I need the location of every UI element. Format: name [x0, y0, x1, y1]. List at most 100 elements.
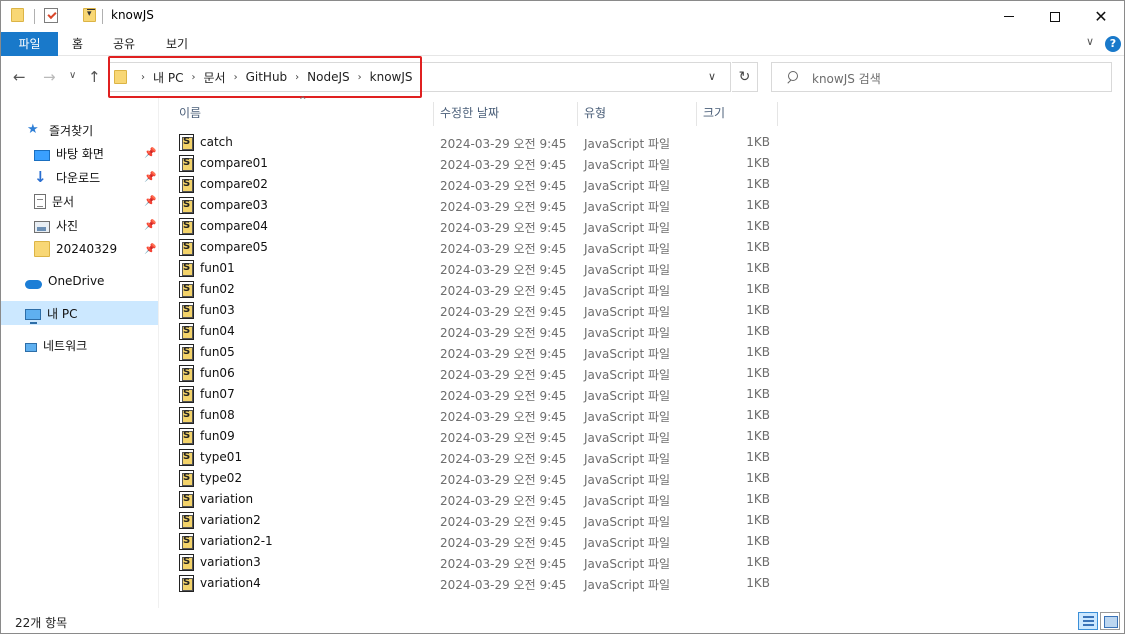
file-type: JavaScript 파일 [584, 200, 671, 214]
column-header-date[interactable]: 수정한 날짜 [434, 98, 577, 126]
sidebar-item-desktop[interactable]: 바탕 화면 📌 [34, 141, 158, 165]
file-size: 1KB [746, 366, 770, 380]
up-arrow-icon[interactable]: ↑ [88, 68, 101, 86]
table-row[interactable]: compare04 2024-03-29 오전 9:45 JavaScript 파일… [173, 216, 773, 237]
search-icon [786, 70, 798, 84]
table-row[interactable]: compare05 2024-03-29 오전 9:45 JavaScript 파일… [173, 237, 773, 258]
table-row[interactable]: variation2-1 2024-03-29 오전 9:45 JavaScript… [173, 531, 773, 552]
file-size: 1KB [746, 513, 770, 527]
file-size: 1KB [746, 282, 770, 296]
sidebar-item-downloads[interactable]: ↓ 다운로드 📌 [34, 165, 158, 189]
tab-share[interactable]: 공유 [113, 32, 135, 56]
file-modified-date: 2024-03-29 오전 9:45 [440, 326, 567, 340]
recent-locations-chevron-icon[interactable]: ∨ [69, 70, 76, 81]
file-name: fun01 [200, 261, 235, 275]
refresh-button[interactable]: ↻ [732, 62, 758, 92]
file-size: 1KB [746, 534, 770, 548]
file-modified-date: 2024-03-29 오전 9:45 [440, 158, 567, 172]
sidebar-item-quick-access[interactable]: ★ 즐겨찾기 [27, 118, 93, 142]
table-row[interactable]: type02 2024-03-29 오전 9:45 JavaScript 파일 1KB [173, 468, 773, 489]
table-row[interactable]: variation 2024-03-29 오전 9:45 JavaScript 파일… [173, 489, 773, 510]
file-type: JavaScript 파일 [584, 494, 671, 508]
column-header-name[interactable]: 이름 [173, 98, 433, 126]
file-type: JavaScript 파일 [584, 536, 671, 550]
details-view-button[interactable] [1078, 612, 1098, 630]
file-type: JavaScript 파일 [584, 578, 671, 592]
customize-toolbar-dropdown[interactable]: ▾ [87, 9, 95, 19]
file-size: 1KB [746, 576, 770, 590]
highlight-box [108, 56, 422, 98]
table-row[interactable]: fun04 2024-03-29 오전 9:45 JavaScript 파일 1KB [173, 321, 773, 342]
sidebar-item-20240329[interactable]: 20240329 📌 [34, 237, 158, 261]
table-row[interactable]: fun02 2024-03-29 오전 9:45 JavaScript 파일 1KB [173, 279, 773, 300]
close-icon: ✕ [1094, 7, 1108, 26]
search-box[interactable]: knowJS 검색 [771, 62, 1112, 92]
navigation-pane: ★ 즐겨찾기 바탕 화면 📌 ↓ 다운로드 📌 문서 📌 사진 📌 202403… [1, 98, 159, 608]
file-type: JavaScript 파일 [584, 179, 671, 193]
file-size: 1KB [746, 261, 770, 275]
refresh-icon: ↻ [738, 69, 751, 85]
expand-ribbon-chevron-icon[interactable]: ∨ [1086, 35, 1094, 48]
close-button[interactable]: ✕ [1078, 1, 1124, 32]
properties-icon[interactable] [44, 8, 58, 23]
file-type: JavaScript 파일 [584, 242, 671, 256]
file-type: JavaScript 파일 [584, 473, 671, 487]
table-row[interactable]: fun08 2024-03-29 오전 9:45 JavaScript 파일 1KB [173, 405, 773, 426]
maximize-button[interactable] [1032, 1, 1078, 32]
javascript-file-icon [179, 407, 194, 424]
sidebar-item-network[interactable]: 네트워크 [25, 333, 87, 357]
search-input-placeholder[interactable]: knowJS 검색 [812, 70, 881, 87]
file-name: type02 [200, 471, 243, 485]
minimize-button[interactable] [986, 1, 1032, 32]
table-row[interactable]: variation3 2024-03-29 오전 9:45 JavaScript 파… [173, 552, 773, 573]
file-size: 1KB [746, 555, 770, 569]
javascript-file-icon [179, 323, 194, 340]
table-row[interactable]: fun07 2024-03-29 오전 9:45 JavaScript 파일 1KB [173, 384, 773, 405]
file-name: fun06 [200, 366, 235, 380]
tab-view[interactable]: 보기 [166, 32, 188, 56]
file-name: compare05 [200, 240, 268, 254]
sidebar-item-this-pc[interactable]: 내 PC [1, 301, 158, 325]
tab-home[interactable]: 홈 [72, 32, 83, 56]
table-row[interactable]: fun03 2024-03-29 오전 9:45 JavaScript 파일 1KB [173, 300, 773, 321]
large-icons-view-button[interactable] [1100, 612, 1120, 630]
table-row[interactable]: catch 2024-03-29 오전 9:45 JavaScript 파일 1KB [173, 132, 773, 153]
javascript-file-icon [179, 554, 194, 571]
file-type: JavaScript 파일 [584, 137, 671, 151]
column-header-size[interactable]: 크기 [697, 98, 777, 126]
table-row[interactable]: variation4 2024-03-29 오전 9:45 JavaScript 파… [173, 573, 773, 594]
column-header-type[interactable]: 유형 [578, 98, 696, 126]
file-name: fun04 [200, 324, 235, 338]
sidebar-item-documents[interactable]: 문서 📌 [34, 189, 158, 213]
javascript-file-icon [179, 176, 194, 193]
file-name: fun03 [200, 303, 235, 317]
table-row[interactable]: compare03 2024-03-29 오전 9:45 JavaScript 파일… [173, 195, 773, 216]
forward-arrow-icon[interactable]: → [43, 68, 56, 86]
table-row[interactable]: fun09 2024-03-29 오전 9:45 JavaScript 파일 1KB [173, 426, 773, 447]
column-divider[interactable] [777, 102, 778, 126]
tab-file[interactable]: 파일 [1, 32, 58, 56]
star-icon: ★ [27, 122, 39, 137]
address-history-dropdown-icon[interactable]: ∨ [708, 70, 716, 83]
sidebar-item-onedrive[interactable]: OneDrive [25, 269, 104, 293]
table-row[interactable]: compare02 2024-03-29 오전 9:45 JavaScript 파일… [173, 174, 773, 195]
cloud-icon [25, 279, 42, 289]
file-size: 1KB [746, 492, 770, 506]
picture-icon [34, 221, 50, 233]
javascript-file-icon [179, 260, 194, 277]
help-button[interactable]: ? [1105, 36, 1121, 52]
table-row[interactable]: compare01 2024-03-29 오전 9:45 JavaScript 파일… [173, 153, 773, 174]
table-row[interactable]: fun01 2024-03-29 오전 9:45 JavaScript 파일 1KB [173, 258, 773, 279]
file-size: 1KB [746, 471, 770, 485]
file-type: JavaScript 파일 [584, 389, 671, 403]
sidebar-item-pictures[interactable]: 사진 📌 [34, 213, 158, 237]
table-row[interactable]: type01 2024-03-29 오전 9:45 JavaScript 파일 1KB [173, 447, 773, 468]
table-row[interactable]: fun05 2024-03-29 오전 9:45 JavaScript 파일 1KB [173, 342, 773, 363]
table-row[interactable]: fun06 2024-03-29 오전 9:45 JavaScript 파일 1KB [173, 363, 773, 384]
back-arrow-icon[interactable]: ← [13, 68, 26, 86]
file-type: JavaScript 파일 [584, 347, 671, 361]
table-row[interactable]: variation2 2024-03-29 오전 9:45 JavaScript 파… [173, 510, 773, 531]
javascript-file-icon [179, 533, 194, 550]
javascript-file-icon [179, 470, 194, 487]
file-size: 1KB [746, 303, 770, 317]
